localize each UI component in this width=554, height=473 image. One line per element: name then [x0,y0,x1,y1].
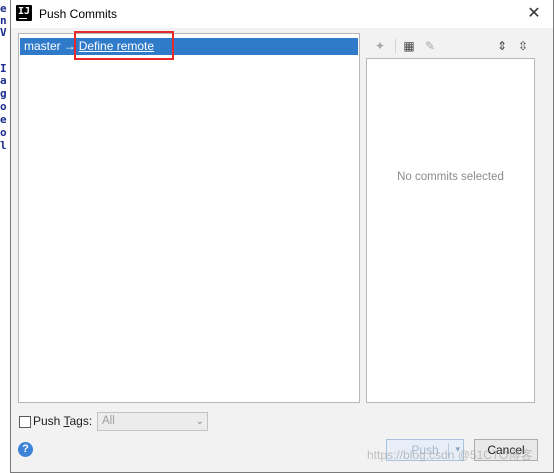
title-bar[interactable]: IJ Push Commits ✕ [11,0,553,28]
no-commits-message: No commits selected [397,171,504,183]
collapse-icon[interactable]: ⇳ [516,39,530,53]
expand-all-icon[interactable]: ✦ [373,39,387,53]
watermark: https://blog.csdn @51CTO博客 [367,448,533,462]
push-commits-dialog: IJ Push Commits ✕ master → Define remote ✦… [10,0,554,473]
annotation-highlight-box [74,31,174,60]
push-tree-panel[interactable]: master → Define remote [18,33,360,403]
chevron-down-icon: ⌄ [195,416,204,427]
group-by-icon[interactable]: ▦ [402,39,416,53]
intellij-app-icon: IJ [16,5,32,21]
branch-name: master [24,39,61,53]
push-branch-row[interactable]: master → Define remote [20,38,358,55]
toolbar-separator [395,39,396,53]
dialog-title: Push Commits [39,7,118,21]
close-icon[interactable]: ✕ [525,4,543,22]
expand-icon[interactable]: ⇕ [495,39,509,53]
push-tags-label[interactable]: Push Tags: [33,414,92,428]
tags-select[interactable]: All ⌄ [97,412,208,431]
push-tags-checkbox[interactable] [19,416,31,428]
commit-details-panel: No commits selected [366,58,535,403]
edit-icon[interactable]: ✎ [423,39,437,53]
help-icon[interactable]: ? [18,442,33,457]
